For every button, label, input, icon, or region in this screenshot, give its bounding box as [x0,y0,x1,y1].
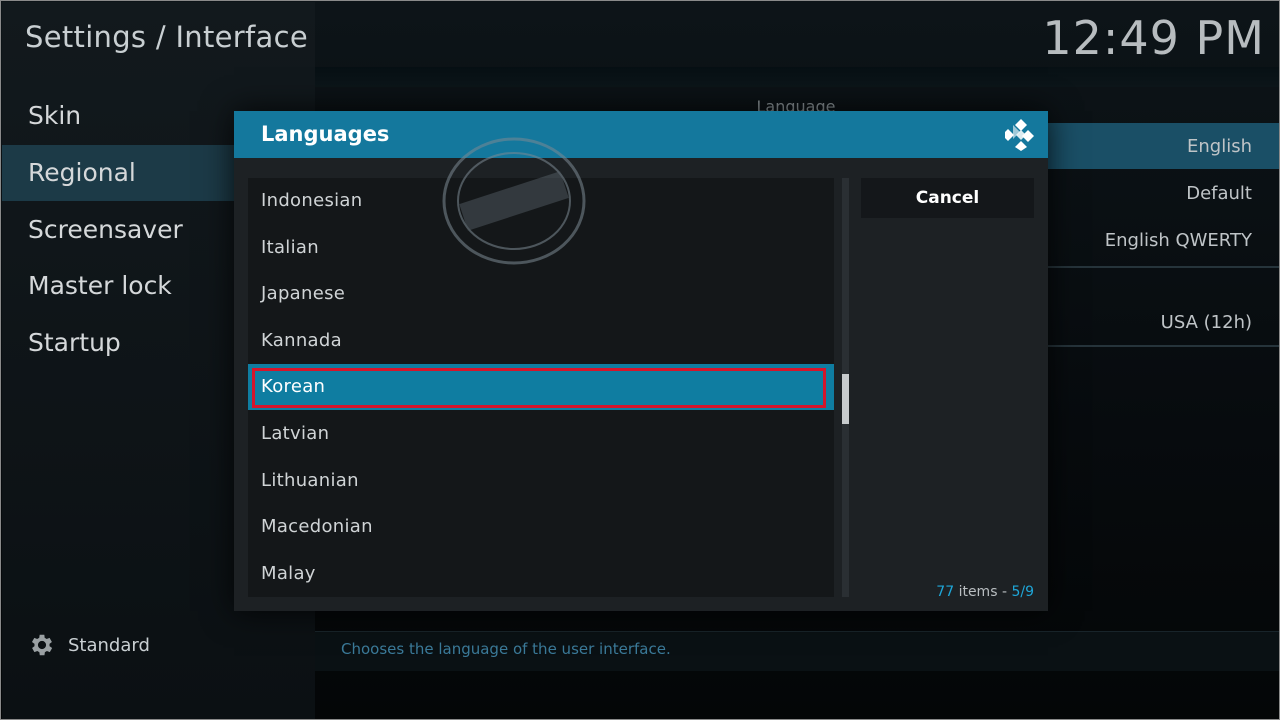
setting-description: Chooses the language of the user interfa… [341,640,671,658]
list-item[interactable]: Kannada [248,318,834,364]
scrollbar-thumb[interactable] [842,374,849,424]
languages-dialog: Languages Indonesian Italian Japanese Ka… [234,111,1048,611]
settings-level-label: Standard [68,634,150,656]
list-item[interactable]: Japanese [248,271,834,317]
page-title: Settings / Interface [25,20,308,54]
settings-divider [1047,266,1279,268]
list-item-label: Korean [261,376,326,397]
list-item[interactable]: Malay [248,551,834,597]
list-item[interactable]: Macedonian [248,504,834,550]
kodi-logo-icon [1005,119,1034,151]
settings-level-button[interactable]: Standard [28,630,150,660]
gear-icon [31,634,53,656]
cancel-button[interactable]: Cancel [861,178,1034,218]
list-item[interactable]: Lithuanian [248,458,834,504]
header-band [315,67,1279,87]
setting-value-charset[interactable]: Default [1186,183,1252,204]
list-scrollbar[interactable] [842,178,849,597]
app-window: Settings / Interface Skin Regional Scree… [0,0,1280,720]
item-count-total: 77 [936,584,955,600]
setting-value-language[interactable]: English [1187,136,1252,157]
item-count-word: items [958,584,998,600]
dialog-header: Languages [234,111,1048,158]
item-count: 77 items - 5/9 [936,584,1034,600]
setting-value-keyboard[interactable]: English QWERTY [1105,230,1252,251]
setting-value-region[interactable]: USA (12h) [1161,312,1252,333]
page-indicator: 5/9 [1011,584,1034,600]
dialog-title: Languages [261,122,390,146]
watermark-stamp [442,137,586,265]
list-item-focused[interactable]: Korean [248,364,834,410]
clock: 12:49 PM [1042,11,1265,65]
list-item[interactable]: Latvian [248,411,834,457]
settings-divider [1047,345,1279,347]
item-count-separator: - [1001,584,1008,600]
focus-highlight [252,368,826,408]
